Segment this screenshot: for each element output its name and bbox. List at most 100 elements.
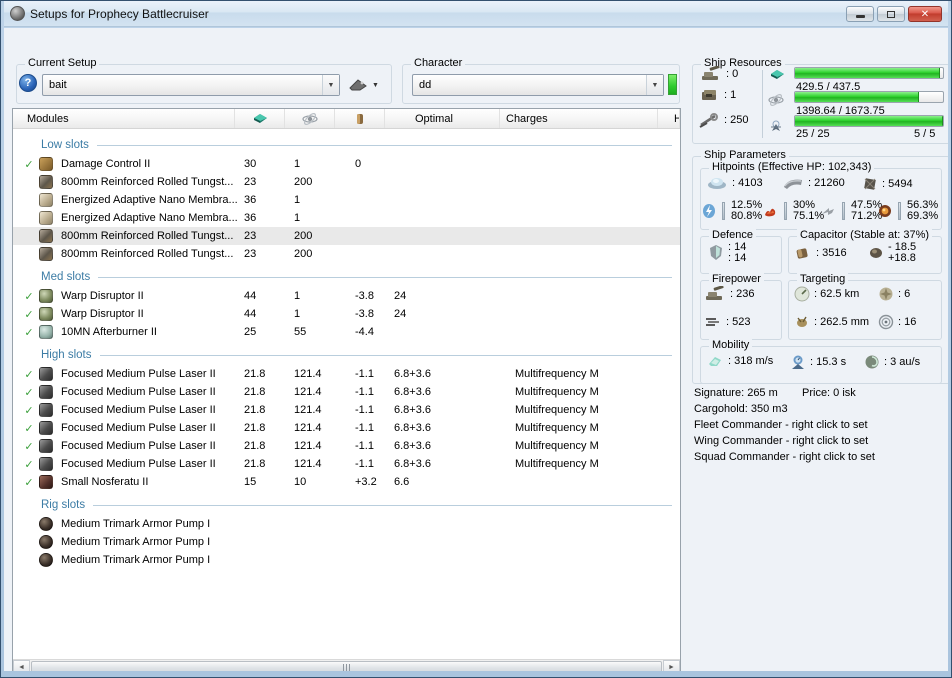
app-window: Setups for Prophecy Battlecruiser ✕ ? Cu… <box>0 0 952 678</box>
section-label: High slots <box>41 349 92 361</box>
module-row[interactable]: Energized Adaptive Nano Membra... 36 1 <box>13 191 680 209</box>
minimize-button[interactable] <box>846 6 874 22</box>
module-row[interactable]: ✓ Focused Medium Pulse Laser II 21.8 121.4 -… <box>13 401 680 419</box>
module-name: 800mm Reinforced Rolled Tungst... <box>61 230 234 242</box>
fleet-commander-text[interactable]: Fleet Commander - right click to set <box>694 419 868 431</box>
drone-bar <box>794 115 944 127</box>
module-powergrid-value: 1 <box>294 212 301 224</box>
module-row[interactable]: Medium Trimark Armor Pump I <box>13 515 680 533</box>
chevron-down-icon[interactable]: ▼ <box>646 75 663 95</box>
window-title: Setups for Prophecy Battlecruiser <box>30 6 209 21</box>
drone-bandwidth: 25 / 25 <box>796 128 830 140</box>
armor-rig-icon <box>39 517 61 531</box>
module-name: Energized Adaptive Nano Membra... <box>61 194 238 206</box>
module-cpu-value: 30 <box>244 158 257 170</box>
module-cpu-value: 21.8 <box>244 458 266 470</box>
powergrid-column-header[interactable] <box>285 109 335 128</box>
module-charge-name: Multifrequency M <box>515 440 599 452</box>
module-row[interactable]: Medium Trimark Armor Pump I <box>13 533 680 551</box>
module-powergrid-value: 1 <box>294 194 301 206</box>
module-cap-value: -3.8 <box>355 290 374 302</box>
horizontal-scrollbar[interactable]: ◄ ► <box>13 659 680 671</box>
titlebar[interactable]: Setups for Prophecy Battlecruiser ✕ <box>4 1 948 27</box>
powergrid-icon <box>768 92 784 108</box>
ship-parameters-label: Ship Parameters <box>701 149 789 161</box>
module-name: 800mm Reinforced Rolled Tungst... <box>61 176 234 188</box>
module-row[interactable]: ✓ Focused Medium Pulse Laser II 21.8 121.4 -… <box>13 365 680 383</box>
armor-icon <box>782 176 804 190</box>
armor-plate-icon <box>39 229 61 243</box>
module-row[interactable]: 800mm Reinforced Rolled Tungst... 23 200 <box>13 245 680 263</box>
defence-label: Defence <box>709 229 756 241</box>
module-row[interactable]: ✓ Small Nosferatu II 15 10 +3.2 6.6 <box>13 473 680 491</box>
hitpoints-label: Hitpoints (Effective HP: 102,343) <box>709 161 875 173</box>
module-charge-name: Multifrequency M <box>515 404 599 416</box>
module-powergrid-value: 200 <box>294 176 313 188</box>
cargohold-text: Cargohold: 350 m3 <box>694 403 788 415</box>
firepower-dps: : 236 <box>704 286 754 302</box>
module-row[interactable]: ✓ Focused Medium Pulse Laser II 21.8 121.4 -… <box>13 437 680 455</box>
module-row[interactable]: ✓ Damage Control II 30 1 0 <box>13 155 680 173</box>
kinetic-resist: 47.5% 71.2% <box>820 200 882 222</box>
setup-select[interactable]: bait ▼ <box>42 74 340 96</box>
module-row[interactable]: 800mm Reinforced Rolled Tungst... 23 200 <box>13 227 680 245</box>
pulse-laser-icon <box>39 385 61 399</box>
cpu-resource-icon-wrap <box>768 68 786 82</box>
shield-icon <box>706 176 728 190</box>
module-row[interactable]: Energized Adaptive Nano Membra... 36 1 <box>13 209 680 227</box>
module-powergrid-value: 200 <box>294 248 313 260</box>
em-resist: 12.5% 80.8% <box>702 200 762 222</box>
module-row[interactable]: 800mm Reinforced Rolled Tungst... 23 200 <box>13 173 680 191</box>
module-cpu-value: 36 <box>244 194 257 206</box>
squad-commander-text[interactable]: Squad Commander - right click to set <box>694 451 875 463</box>
ship-tools-button[interactable]: ▼ <box>348 75 388 95</box>
restore-button[interactable] <box>877 6 905 22</box>
clipped-column-header[interactable]: H <box>674 109 680 128</box>
defence-values: : 14: 14 <box>708 242 746 264</box>
scrollbar-thumb[interactable] <box>31 661 662 671</box>
modules-list: Low slots ✓ Damage Control II 30 1 0 800mm Rei… <box>13 129 680 659</box>
character-label: Character <box>411 57 466 69</box>
drone-resource-icon-wrap <box>768 118 784 134</box>
drone-icon <box>768 118 784 134</box>
module-row[interactable]: ✓ Focused Medium Pulse Laser II 21.8 121.4 -… <box>13 455 680 473</box>
module-optimal-value: 6.8+3.6 <box>394 386 432 398</box>
character-skills-indicator <box>668 74 677 95</box>
max-velocity: : 318 m/s <box>706 354 773 368</box>
module-powergrid-value: 121.4 <box>294 368 322 380</box>
scroll-right-icon[interactable]: ► <box>663 660 680 671</box>
module-optimal-value: 6.6 <box>394 476 410 488</box>
module-active-check-icon: ✓ <box>24 368 34 381</box>
powergrid-icon <box>301 111 318 127</box>
structure-icon <box>862 176 878 192</box>
module-active-check-icon: ✓ <box>24 158 34 171</box>
module-row[interactable]: ✓ Warp Disruptor II 44 1 -3.8 24 <box>13 287 680 305</box>
module-powergrid-value: 121.4 <box>294 386 322 398</box>
chevron-down-icon[interactable]: ▼ <box>322 75 339 95</box>
wing-commander-text[interactable]: Wing Commander - right click to set <box>694 435 868 447</box>
pulse-laser-icon <box>39 367 61 381</box>
module-name: Medium Trimark Armor Pump I <box>61 518 211 530</box>
module-powergrid-value: 121.4 <box>294 422 322 434</box>
charges-column-header[interactable]: Charges <box>500 109 658 128</box>
warp-speed: : 3 au/s <box>864 354 920 370</box>
module-row[interactable]: ✓ Focused Medium Pulse Laser II 21.8 121.4 -… <box>13 383 680 401</box>
module-powergrid-value: 121.4 <box>294 458 322 470</box>
cpu-column-header[interactable] <box>235 109 285 128</box>
module-row[interactable]: ✓ 10MN Afterburner II 25 55 -4.4 <box>13 323 680 341</box>
module-row[interactable]: ✓ Warp Disruptor II 44 1 -3.8 24 <box>13 305 680 323</box>
scroll-left-icon[interactable]: ◄ <box>13 660 30 671</box>
table-header: Modules Optimal Charges H <box>13 109 680 129</box>
app-icon <box>10 6 25 21</box>
character-select[interactable]: dd ▼ <box>412 74 664 96</box>
module-row[interactable]: ✓ Focused Medium Pulse Laser II 21.8 121.4 -… <box>13 419 680 437</box>
capacitor-column-header[interactable] <box>335 109 385 128</box>
module-name: Focused Medium Pulse Laser II <box>61 440 216 452</box>
module-cpu-value: 21.8 <box>244 404 266 416</box>
kinetic-resist-icon <box>820 204 836 218</box>
section-header: Rig slots <box>13 495 680 515</box>
optimal-column-header[interactable]: Optimal <box>385 109 500 128</box>
close-button[interactable]: ✕ <box>908 6 942 22</box>
modules-column-header[interactable]: Modules <box>13 109 235 128</box>
module-row[interactable]: Medium Trimark Armor Pump I <box>13 551 680 569</box>
